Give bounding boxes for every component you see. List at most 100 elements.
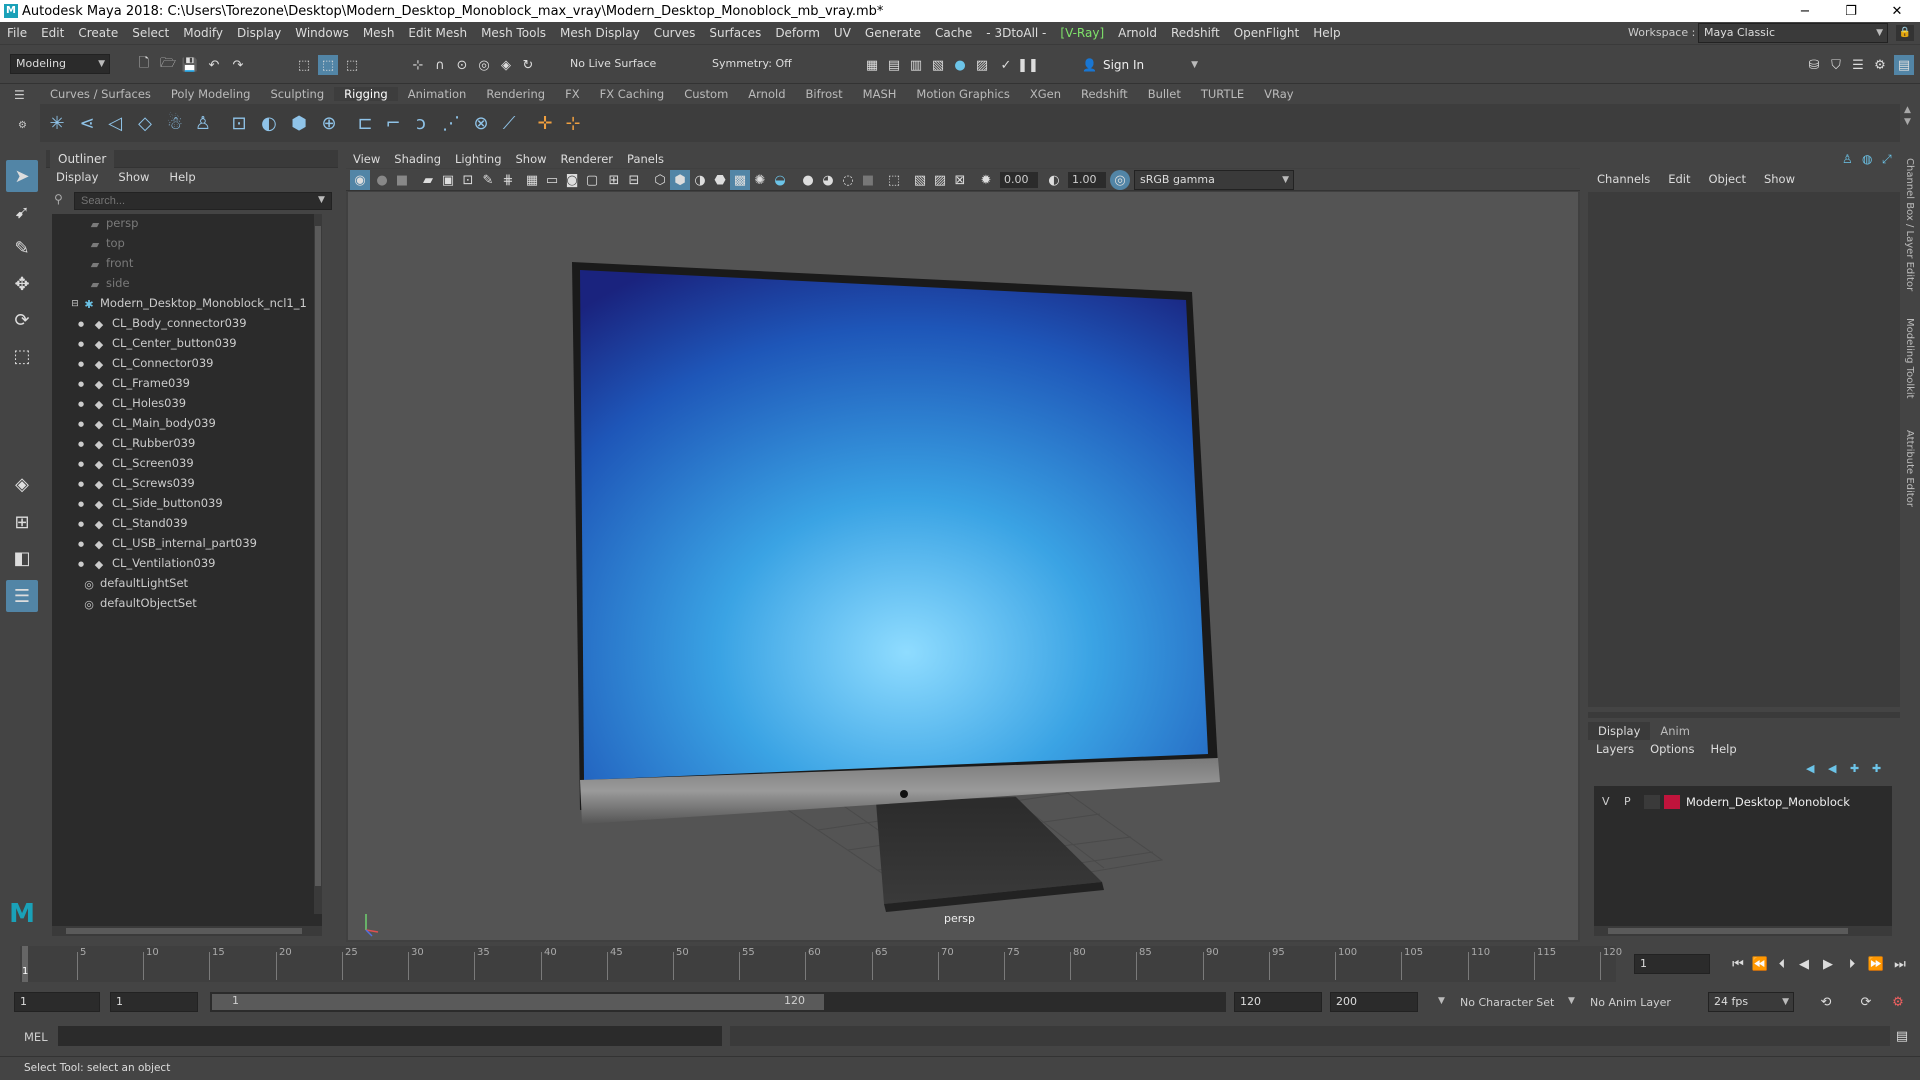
bind-skin-icon[interactable]: ⬢ (286, 110, 312, 136)
wireframe-on-shaded-icon[interactable]: ⬣ (710, 170, 730, 190)
ipr-render-icon[interactable]: ▥ (906, 55, 926, 75)
minimize-button[interactable]: − (1782, 0, 1828, 22)
scene-end-field[interactable]: 200 (1330, 992, 1418, 1012)
default-material-icon[interactable]: ◑ (690, 170, 710, 190)
lock-camera-icon[interactable]: ● (372, 170, 392, 190)
safe-title-icon[interactable]: ⊟ (624, 170, 644, 190)
gamma-field[interactable]: 1.00 (1068, 172, 1106, 188)
shelf-tab-custom[interactable]: Custom (674, 87, 738, 101)
insert-joint-icon[interactable]: ⋖ (74, 110, 100, 136)
menu-set-dropdown[interactable]: Modeling ▼ (10, 54, 110, 74)
go-to-start-icon[interactable]: ⏮ (1728, 954, 1748, 974)
resolution-gate-icon[interactable]: ▭ (542, 170, 562, 190)
shelf-tab-bifrost[interactable]: Bifrost (796, 87, 853, 101)
timeline-track[interactable]: 5 10 15 20 25 30 35 40 45 50 55 60 65 70 75 80 85 90 95 100… (20, 946, 1622, 982)
list-item[interactable]: ● ◆ CL_Body_connector039 (52, 314, 322, 334)
shelf-tab-sculpting[interactable]: Sculpting (260, 87, 334, 101)
layer-color-swatch[interactable] (1664, 795, 1680, 809)
command-input[interactable] (58, 1026, 722, 1046)
menu-create[interactable]: Create (71, 26, 125, 40)
list-item[interactable]: ● ◆ CL_Connector039 (52, 354, 322, 374)
menu-cache[interactable]: Cache (928, 26, 979, 40)
list-item-default-light-set[interactable]: ◎ defaultLightSet (52, 574, 322, 594)
select-camera-icon[interactable]: ◉ (350, 170, 370, 190)
sign-in-button[interactable]: 👤 Sign In ▼ (1082, 54, 1198, 76)
list-item[interactable]: ● ◆ CL_Main_body039 (52, 414, 322, 434)
layer-playback-toggle[interactable]: P (1624, 795, 1631, 808)
expand-icon[interactable]: ● (74, 337, 88, 351)
shelf-tab-curves-surfaces[interactable]: Curves / Surfaces (40, 87, 161, 101)
expand-icon[interactable]: ● (74, 437, 88, 451)
sculpt-icon[interactable]: ⊗ (468, 110, 494, 136)
save-scene-icon[interactable]: 💾 (180, 55, 200, 75)
create-joints-icon[interactable]: ✳ (44, 110, 70, 136)
humanik-icon[interactable]: ♙ (190, 110, 216, 136)
grease-pencil-icon[interactable]: ✎ (478, 170, 498, 190)
smooth-shade-icon[interactable]: ⬢ (670, 170, 690, 190)
shelf-tab-mash[interactable]: MASH (853, 87, 907, 101)
tab-display[interactable]: Display (1588, 722, 1651, 740)
xray-icon[interactable]: ▧ (910, 170, 930, 190)
list-item[interactable]: ● ◆ CL_Holes039 (52, 394, 322, 414)
menu-uv[interactable]: UV (827, 26, 858, 40)
menu-openflight[interactable]: OpenFlight (1227, 26, 1307, 40)
layer-horizontal-scrollbar[interactable] (1594, 926, 1892, 936)
menu-deform[interactable]: Deform (768, 26, 827, 40)
scrollbar-thumb[interactable] (1608, 928, 1848, 934)
step-forward-icon[interactable]: ⏩ (1866, 954, 1886, 974)
side-tab-channel-box[interactable]: Channel Box / Layer Editor (1904, 158, 1915, 291)
expand-icon[interactable]: ● (74, 537, 88, 551)
lattice-icon[interactable]: ⌐ (380, 110, 406, 136)
camera-attributes-icon[interactable]: ■ (392, 170, 412, 190)
image-plane-icon[interactable]: ▣ (438, 170, 458, 190)
expand-icon[interactable]: ● (74, 397, 88, 411)
symmetry-dropdown[interactable]: Symmetry: Off (712, 57, 792, 70)
render-view-icon[interactable]: ▨ (972, 55, 992, 75)
lasso-tool-icon[interactable]: ➹ (6, 196, 38, 228)
safe-action-icon[interactable]: ⊞ (604, 170, 624, 190)
layer-row[interactable]: V P Modern_Desktop_Monoblock (1594, 792, 1892, 812)
render-frame-icon[interactable]: ▦ (862, 55, 882, 75)
channel-box-icon[interactable]: ▤ (1894, 55, 1914, 75)
bookmarks-icon[interactable]: ▰ (418, 170, 438, 190)
select-object-icon[interactable]: ⬚ (318, 55, 338, 75)
locator-icon[interactable]: ✛ (532, 110, 558, 136)
new-empty-layer-icon[interactable]: ✚ (1850, 762, 1859, 775)
layer-visibility-toggle[interactable]: V (1602, 795, 1610, 808)
list-item[interactable]: ● ◆ CL_Side_button039 (52, 494, 322, 514)
shelf-tab-redshift[interactable]: Redshift (1071, 87, 1138, 101)
grid-toggle-icon[interactable]: ⋕ (498, 170, 518, 190)
expand-icon[interactable]: ● (74, 317, 88, 331)
film-gate-icon[interactable]: ▦ (522, 170, 542, 190)
layer-display-type[interactable] (1644, 795, 1660, 809)
two-view-icon[interactable]: ◧ (6, 542, 38, 574)
shelf-tab-vray[interactable]: VRay (1254, 87, 1303, 101)
shelf-tab-poly-modeling[interactable]: Poly Modeling (161, 87, 261, 101)
shelf-settings-icon[interactable]: ⚙ (18, 120, 27, 131)
expand-icon[interactable]: ● (74, 557, 88, 571)
paint-weights-icon[interactable]: ⊕ (316, 110, 342, 136)
list-item-persp[interactable]: ▰ persp (52, 214, 322, 234)
four-view-icon[interactable]: ⊞ (6, 506, 38, 538)
outliner-title[interactable]: Outliner (50, 150, 115, 168)
outliner-menu-display[interactable]: Display (46, 170, 108, 186)
shelf-tab-bullet[interactable]: Bullet (1138, 87, 1191, 101)
orient-joint-icon[interactable]: ◇ (132, 110, 158, 136)
rotate-tool-icon[interactable]: ⟳ (6, 304, 38, 336)
soft-mod-icon[interactable]: ⟋ (496, 110, 522, 136)
shelf-scroll-icon[interactable]: ▲ ▼ (1904, 104, 1911, 128)
tab-anim[interactable]: Anim (1650, 722, 1700, 740)
select-component-icon[interactable]: ⬚ (342, 55, 362, 75)
list-item-front[interactable]: ▰ front (52, 254, 322, 274)
shelf-tab-motion-graphics[interactable]: Motion Graphics (906, 87, 1019, 101)
channel-box-menu-edit[interactable]: Edit (1659, 172, 1699, 186)
list-item[interactable]: ● ◆ CL_Center_button039 (52, 334, 322, 354)
outliner-horizontal-scrollbar[interactable] (52, 926, 322, 936)
chevron-down-icon[interactable]: ▼ (318, 195, 325, 205)
2d-pan-zoom-icon[interactable]: ⊡ (458, 170, 478, 190)
auto-key-icon[interactable]: ⟳ (1856, 992, 1876, 1012)
undo-icon[interactable]: ↶ (204, 55, 224, 75)
channel-box-menu-show[interactable]: Show (1755, 172, 1804, 186)
viewport-menu-show[interactable]: Show (509, 152, 554, 166)
color-management-icon[interactable]: ◎ (1110, 170, 1130, 190)
